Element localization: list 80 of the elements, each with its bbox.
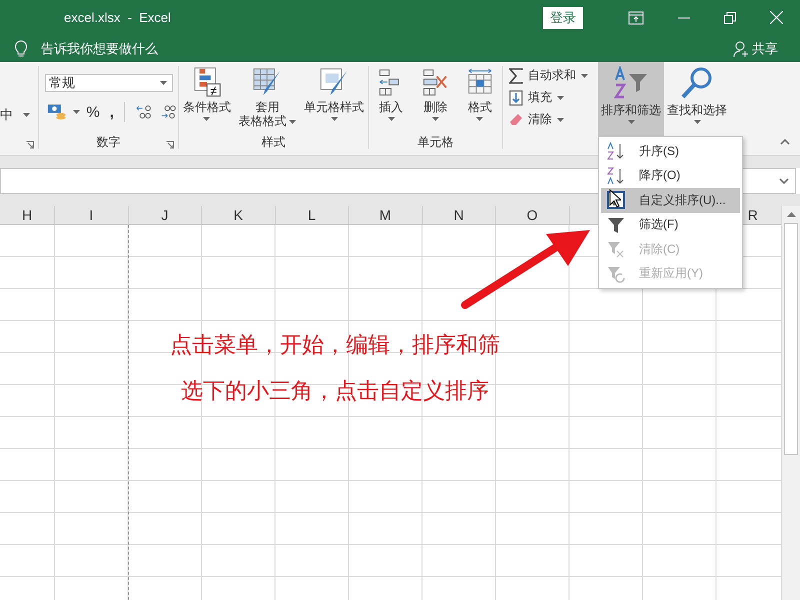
merge-center-button[interactable]: 中 (0, 106, 30, 124)
expand-icon[interactable] (779, 178, 789, 184)
restore-icon[interactable] (724, 12, 736, 24)
caret-icon (160, 81, 167, 85)
column-header[interactable]: K (202, 206, 276, 224)
table-brush-icon (252, 67, 282, 97)
caret-icon (557, 96, 564, 100)
dialog-launcher-icon[interactable] (26, 141, 34, 149)
filter-clear-icon (607, 240, 625, 258)
column-header[interactable]: H (0, 206, 55, 224)
column-header[interactable]: L (276, 206, 349, 224)
caret-icon (476, 117, 484, 121)
delete-cells-icon (422, 67, 448, 97)
comma-button[interactable]: , (110, 104, 114, 120)
dialog-launcher-icon[interactable] (166, 141, 174, 149)
decrease-decimal-icon[interactable] (159, 103, 178, 121)
annotation-text: 点击菜单，开始，编辑，排序和筛 选下的小三角，点击自定义排序 (170, 331, 500, 405)
column-header[interactable]: M (349, 206, 422, 224)
collapse-ribbon-icon[interactable] (780, 139, 790, 145)
ribbon-button[interactable]: 单元格样式 (302, 66, 366, 129)
menu-item: 清除(C) (601, 237, 740, 262)
sort-descending-icon (607, 166, 625, 185)
filter-refresh-icon (607, 264, 625, 283)
scroll-up-icon[interactable] (786, 212, 796, 217)
column-header[interactable]: O (496, 206, 570, 224)
caret-icon[interactable] (73, 110, 80, 114)
bar-chart-grid-icon (192, 67, 222, 97)
ribbon-button[interactable]: 查找和选择 (664, 62, 730, 138)
vertical-scrollbar[interactable] (781, 206, 800, 600)
percent-button[interactable]: % (86, 104, 100, 120)
ribbon-button[interactable]: 条件格式 (180, 66, 233, 129)
caret-icon (330, 117, 338, 121)
caret-icon (23, 113, 30, 117)
lightbulb-icon (15, 40, 27, 58)
search-icon (680, 66, 714, 100)
sort-ascending-icon (607, 142, 625, 160)
ribbon-button[interactable]: 格式 (464, 66, 495, 122)
login-button[interactable]: 登录 (543, 6, 583, 28)
column-header[interactable]: N (422, 206, 496, 224)
menu-item: 重新应用(Y) (601, 262, 740, 286)
menu-item[interactable]: 升序(S) (601, 139, 740, 164)
sort-filter-icon (613, 66, 649, 100)
ribbon-button[interactable]: 删除 (420, 66, 450, 122)
column-header[interactable]: J (128, 206, 202, 224)
tell-me-field[interactable]: 告诉我你想要做什么 (41, 40, 158, 58)
person-add-icon (733, 40, 749, 56)
close-icon[interactable] (770, 11, 783, 24)
cell-brush-icon (319, 67, 350, 97)
ribbon-display-icon[interactable] (628, 10, 644, 24)
filter-icon (607, 216, 625, 234)
caret-icon (432, 117, 439, 121)
eraser-icon (509, 112, 523, 128)
sigma-icon (509, 68, 523, 84)
minimize-icon[interactable] (678, 16, 690, 18)
share-button[interactable]: 共享 (733, 40, 778, 58)
caret-icon (694, 120, 700, 124)
caret-icon (289, 120, 296, 124)
ribbon-button[interactable]: 清除 (509, 110, 598, 129)
ribbon-button[interactable]: 自动求和 (509, 66, 598, 85)
window-title: excel.xlsx - Excel (64, 10, 171, 25)
caret-icon (557, 118, 564, 122)
ribbon-button[interactable]: 插入 (376, 66, 406, 122)
number-format-dropdown[interactable]: 常规 (45, 74, 173, 92)
ribbon-button[interactable]: 排序和筛选 (598, 62, 664, 138)
caret-icon (388, 117, 395, 121)
caret-icon (628, 120, 634, 124)
group-label: 数字 (96, 134, 120, 151)
column-header[interactable]: I (55, 206, 128, 224)
menu-item[interactable]: 自定义排序(U)... (601, 188, 740, 212)
increase-decimal-icon[interactable] (134, 103, 154, 121)
mouse-cursor-icon (609, 189, 621, 208)
menu-item[interactable]: 降序(O) (601, 164, 740, 188)
ribbon-button[interactable]: 套用 表格格式 (236, 66, 298, 129)
caret-icon (581, 74, 588, 78)
ribbon-button[interactable]: 填充 (509, 88, 598, 107)
group-label: 样式 (262, 134, 286, 151)
caret-icon (203, 117, 210, 121)
group-label: 单元格 (418, 134, 454, 151)
down-arrow-box-icon (509, 90, 523, 106)
currency-icon[interactable] (47, 103, 68, 121)
